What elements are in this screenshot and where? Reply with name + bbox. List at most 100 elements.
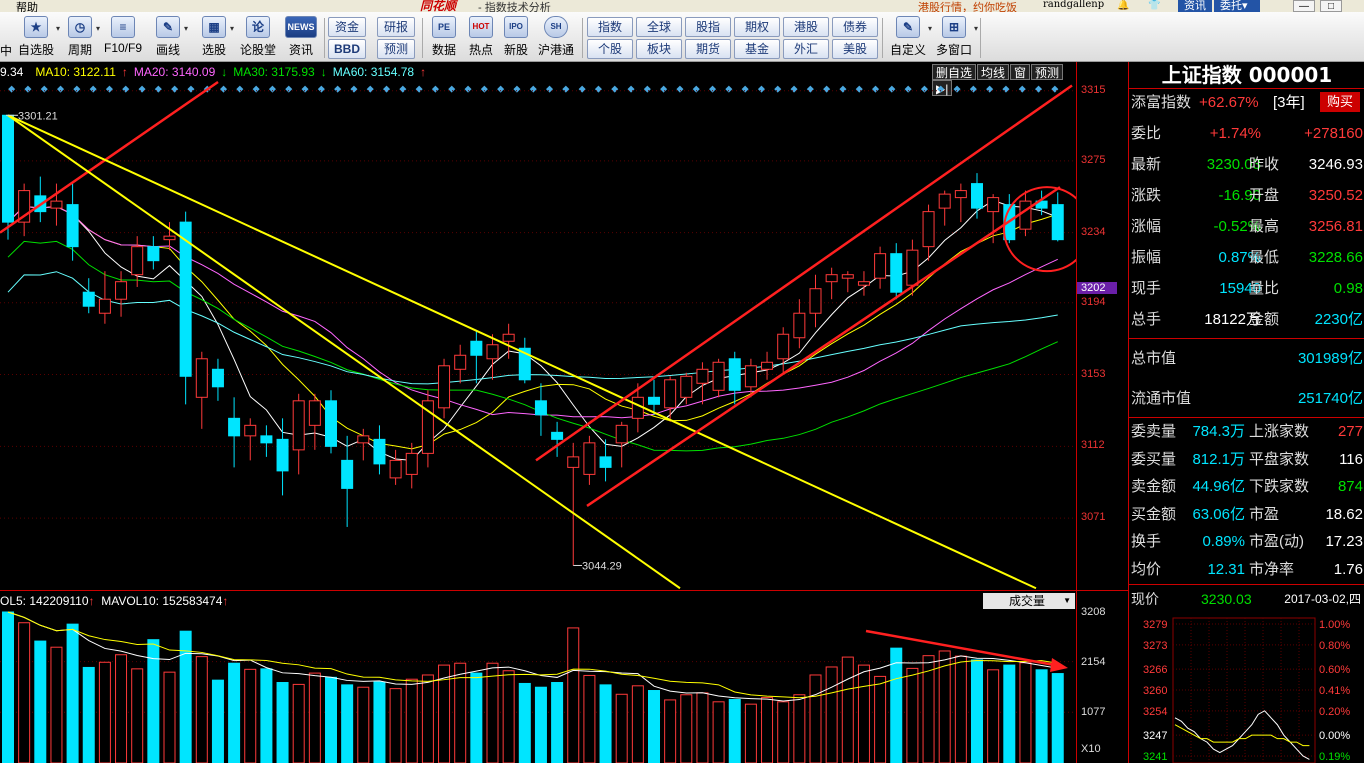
market-button[interactable]: 外汇: [783, 39, 829, 59]
event-marker: [1002, 85, 1010, 93]
menu-help[interactable]: 帮助: [16, 0, 38, 12]
candle-body: [922, 211, 935, 248]
tool-f10[interactable]: ≡ F10/F9: [101, 14, 145, 60]
bell-icon[interactable]: 🔔: [1117, 0, 1129, 11]
event-marker: [904, 85, 912, 93]
volume-bar: [971, 659, 983, 763]
minimize-button[interactable]: —: [1293, 0, 1315, 12]
btn-forecast[interactable]: 预测: [377, 39, 415, 59]
indicator-select[interactable]: 成交量 ▼: [983, 593, 1075, 609]
candle-body: [841, 274, 854, 279]
event-marker: [399, 85, 407, 93]
candle-body: [260, 435, 273, 444]
btn-research[interactable]: 研报: [377, 17, 415, 37]
candle-body: [163, 235, 176, 241]
btn-bbd[interactable]: BBD: [328, 39, 366, 59]
event-marker: [8, 85, 16, 93]
stat-key-2: 下跌家数: [1249, 478, 1310, 495]
event-marker: [464, 85, 472, 93]
ma-line: [7, 205, 1058, 450]
volume-bar: [486, 662, 499, 763]
tool-multiwindow[interactable]: ⊞ ▾ 多窗口: [932, 14, 978, 60]
index-title: 上证指数 000001: [1161, 63, 1333, 87]
candle-body: [147, 246, 160, 262]
volume-bar: [276, 682, 289, 763]
candle-body: [357, 435, 370, 444]
volume-bar: [470, 672, 483, 763]
candle-body: [712, 361, 725, 391]
market-button[interactable]: 美股: [832, 39, 878, 59]
stat-value: 0.89%: [1202, 533, 1245, 550]
stat-value-2: 1.76: [1333, 560, 1363, 578]
btn-funds[interactable]: 资金: [328, 17, 366, 37]
market-button[interactable]: 期货: [685, 39, 731, 59]
stat-key-2: 市盈: [1249, 505, 1280, 523]
trend-line-yellow: [7, 114, 1037, 590]
maximize-button[interactable]: □: [1320, 0, 1342, 12]
mavol10-label: MAVOL10: 152583474: [101, 594, 223, 608]
candlestick-chart[interactable]: 9.34 MA10: 3122.11 ↑ MA20: 3140.09 ↓ MA30: 31…: [0, 62, 1076, 590]
volume-bar: [115, 654, 128, 763]
grid-icon: ▦: [202, 16, 226, 38]
candle-body: [534, 400, 547, 416]
candle-body: [308, 400, 321, 426]
candle-body: [470, 340, 483, 356]
market-button[interactable]: 港股: [783, 17, 829, 37]
edit-icon: ✎: [896, 16, 920, 38]
quote-value-2: +278160: [1304, 125, 1363, 142]
tool-ipo[interactable]: IPO 新股: [500, 14, 532, 60]
candle-body: [292, 400, 305, 451]
market-button[interactable]: 指数: [587, 17, 633, 37]
candle-body: [1019, 200, 1032, 230]
candle-body: [793, 312, 806, 339]
event-marker: [220, 85, 228, 93]
promo-link[interactable]: 港股行情，约你吃饭: [918, 0, 1017, 12]
stat-value-2: 116: [1339, 450, 1363, 468]
event-marker: [920, 85, 928, 93]
mini-pct-tick: 0.80%: [1319, 640, 1350, 652]
trade-tab[interactable]: 委托▾: [1214, 0, 1260, 12]
username[interactable]: randgallenp: [1043, 0, 1104, 10]
event-marker: [171, 85, 179, 93]
event-marker: [334, 85, 342, 93]
market-button[interactable]: 个股: [587, 39, 633, 59]
event-marker: [154, 85, 162, 93]
stat-value: 784.3万: [1192, 423, 1245, 440]
market-button[interactable]: 基金: [734, 39, 780, 59]
event-marker: [122, 85, 130, 93]
news-tab[interactable]: 资讯: [1178, 0, 1212, 12]
tool-hk-connect[interactable]: SH 沪港通: [536, 14, 576, 60]
stat-key: 均价: [1131, 560, 1162, 578]
stat-value-2: 874: [1337, 478, 1363, 495]
tool-data[interactable]: PE 数据: [428, 14, 460, 60]
tool-period[interactable]: ◷ ▾ 周期: [62, 14, 100, 60]
event-marker: [317, 85, 325, 93]
tool-watchlist[interactable]: ★ ▾ 自选股: [14, 14, 60, 60]
market-button[interactable]: 板块: [636, 39, 682, 59]
volume-bar: [98, 661, 111, 763]
buy-button[interactable]: 购买: [1320, 92, 1360, 112]
stat-value: 812.1万: [1192, 450, 1245, 468]
market-button[interactable]: 债券: [832, 17, 878, 37]
volume-bar: [260, 668, 273, 763]
event-marker: [806, 85, 814, 93]
event-marker: [1051, 85, 1059, 93]
tool-label: 论股堂: [239, 43, 276, 57]
event-marker: [709, 85, 717, 93]
market-button[interactable]: 期权: [734, 17, 780, 37]
trend-line-yellow: [7, 114, 681, 590]
tool-screener[interactable]: ▦ ▾ 选股: [196, 14, 234, 60]
tool-news[interactable]: NEWS 资讯: [283, 14, 319, 60]
shirt-icon[interactable]: 👕: [1148, 0, 1160, 11]
volume-bar: [421, 674, 434, 763]
price-plot: 3301.21 3044.29: [0, 80, 1076, 590]
tool-forum[interactable]: 论 论股堂: [238, 14, 278, 60]
mini-price-tick: 3266: [1143, 664, 1167, 676]
tool-hot[interactable]: HOT 热点: [465, 14, 497, 60]
intraday-mini-chart[interactable]: 3279 1.00% 3273 0.80% 3266 0.60% 3260 0.41% 3254…: [1129, 614, 1364, 763]
market-button[interactable]: 全球: [636, 17, 682, 37]
tool-custom[interactable]: ✎ ▾ 自定义: [886, 14, 932, 60]
event-marker: [1035, 85, 1043, 93]
market-button[interactable]: 股指: [685, 17, 731, 37]
tool-draw[interactable]: ✎ ▾ 画线: [150, 14, 188, 60]
